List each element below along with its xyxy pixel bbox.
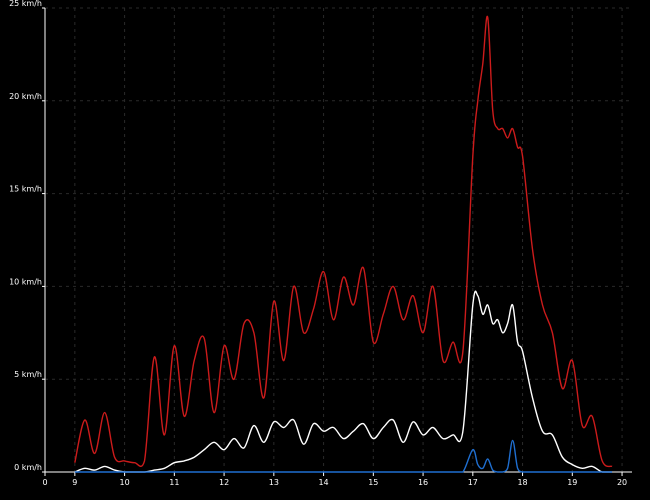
y-tick-label: 5 km/h — [14, 370, 42, 379]
x-tick-label: 9 — [72, 478, 77, 487]
y-tick-label: 0 km/h — [14, 463, 42, 472]
x-tick-label: 10 — [119, 478, 129, 487]
x-tick-label: 18 — [517, 478, 527, 487]
y-tick-label: 10 km/h — [9, 277, 42, 286]
y-tick-label: 20 km/h — [9, 92, 42, 101]
x-tick-label: 15 — [368, 478, 378, 487]
x-tick-label: 19 — [567, 478, 577, 487]
x-tick-label: 12 — [219, 478, 229, 487]
wind-speed-chart: 0 km/h 5 km/h 10 km/h 15 km/h 20 km/h 25 km/h… — [0, 0, 650, 500]
x-tick-label: 20 — [617, 478, 627, 487]
x-tick-label: 14 — [318, 478, 328, 487]
y-tick-label: 25 km/h — [9, 0, 42, 8]
x-tick-label: 13 — [269, 478, 279, 487]
x-tick-label: 16 — [418, 478, 428, 487]
x-tick-label: 11 — [169, 478, 179, 487]
x-tick-label: 0 — [42, 478, 47, 487]
y-tick-label: 15 km/h — [9, 185, 42, 194]
chart-svg: 0 km/h 5 km/h 10 km/h 15 km/h 20 km/h 25 km/h… — [0, 0, 650, 500]
x-tick-label: 17 — [468, 478, 478, 487]
chart-background — [0, 0, 650, 500]
